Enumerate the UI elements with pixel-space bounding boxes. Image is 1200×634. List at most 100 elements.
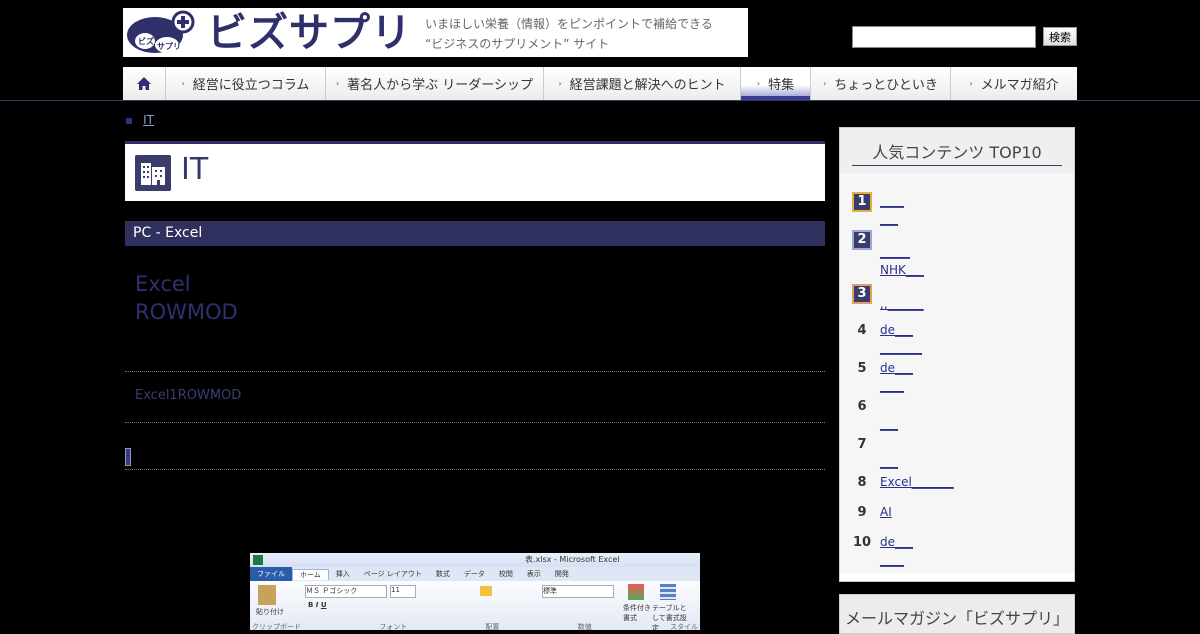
- breadcrumb: ▪ IT: [125, 113, 154, 127]
- wrap-icon: [480, 586, 492, 596]
- rank-number-10: 10: [852, 535, 872, 550]
- excel-font-size: 11: [391, 586, 400, 594]
- excel-cf-label: 条件付き書式: [623, 604, 651, 622]
- ranking-item-line: ___: [880, 212, 898, 226]
- chevron-right-icon: ›: [969, 79, 973, 88]
- site-logo[interactable]: ビズ サプリ ビズサプリ いまほしい栄養（情報）をピンポイントで補給できる “ビ…: [123, 8, 748, 57]
- ranking-item-1[interactable]: ____ ___: [880, 192, 904, 228]
- nav-columns[interactable]: › 経営に役立つコラム: [166, 67, 326, 100]
- tagline-line-2: “ビジネスのサプリメント” サイト: [425, 37, 610, 51]
- excel-tab: 表示: [526, 570, 541, 578]
- table-format-icon: [660, 584, 676, 600]
- breadcrumb-marker: ▪: [125, 113, 134, 127]
- excel-group-label: フォント: [379, 623, 408, 630]
- chevron-right-icon: ›: [756, 79, 761, 88]
- rank-number-5: 5: [857, 361, 867, 376]
- ranking-item-6[interactable]: ___: [880, 397, 898, 433]
- ranking-item-4[interactable]: de___ _______: [880, 321, 922, 357]
- ranking-item-8[interactable]: Excel_______: [880, 473, 954, 491]
- popular-content-title: 人気コンテンツ TOP10: [872, 143, 1042, 162]
- excel-font-buttons: B I U: [308, 601, 327, 609]
- nav-break[interactable]: › ちょっとひといき: [811, 67, 951, 100]
- ranking-item-line: _____: [880, 245, 910, 259]
- excel-tab: 挿入: [335, 570, 350, 578]
- nav-divider: [0, 100, 1200, 101]
- ranking-item-10[interactable]: de___ ____: [880, 533, 913, 569]
- ranking-item-line: _______: [880, 341, 922, 355]
- nav-hints[interactable]: › 経営課題と解決へのヒント: [544, 67, 741, 100]
- excel-group-label: 配置: [485, 623, 500, 630]
- ranking-item-3[interactable]: ,,______: [880, 295, 924, 313]
- excel-screenshot: 表.xlsx - Microsoft Excel ファイル ホーム 挿入 ページ…: [250, 553, 700, 630]
- search-button[interactable]: 検索: [1043, 27, 1077, 46]
- chevron-right-icon: ›: [335, 79, 340, 88]
- excel-size-box: 11: [390, 585, 416, 598]
- article-title: Excel ROWMOD: [135, 270, 238, 326]
- breadcrumb-link-it[interactable]: IT: [143, 113, 154, 127]
- excel-tab: ページ レイアウト: [363, 570, 422, 578]
- rank-badge-1: 1: [852, 192, 872, 212]
- divider: [125, 469, 825, 470]
- home-icon: [137, 77, 151, 90]
- excel-tab: 数式: [435, 570, 450, 578]
- excel-group-label: 数値: [577, 623, 592, 630]
- nav-label: 経営に役立つコラム: [192, 78, 310, 93]
- nav-label: メルマガ紹介: [980, 78, 1059, 93]
- ranking-item-9[interactable]: AI: [880, 503, 892, 521]
- excel-number-box: 標準: [542, 585, 614, 598]
- excel-tab: ホーム: [292, 568, 329, 580]
- ranking-list: 1 ____ ___ 2 _____ NHK___ 3 ,,______ 4 de_…: [840, 173, 1074, 573]
- article-title-line-1: Excel: [135, 272, 191, 296]
- tagline: いまほしい栄養（情報）をピンポイントで補給できる “ビジネスのサプリメント” サ…: [425, 14, 713, 54]
- mail-magazine-panel: メールマガジン「ビズサプリ」: [839, 594, 1075, 634]
- nav-leadership[interactable]: › 著名人から学ぶ リーダーシップ: [326, 67, 544, 100]
- excel-ribbon-tabs: ファイル ホーム 挿入 ページ レイアウト 数式 データ 校閲 表示 開発: [250, 567, 700, 581]
- rank-number-4: 4: [857, 323, 867, 338]
- nav-home[interactable]: [123, 67, 166, 100]
- ranking-item-line: ____: [880, 194, 904, 208]
- excel-group-label: クリップボード: [252, 623, 301, 630]
- popular-content-header: 人気コンテンツ TOP10: [840, 128, 1074, 173]
- nav-label: 特集: [768, 78, 795, 93]
- divider: [125, 422, 825, 423]
- chevron-right-icon: ›: [181, 79, 185, 88]
- svg-text:ビズ: ビズ: [138, 36, 154, 46]
- rank-number-7: 7: [857, 437, 867, 452]
- excel-tab: 校閲: [498, 570, 513, 578]
- building-icon: [135, 155, 171, 191]
- rank-number-9: 9: [857, 505, 867, 520]
- svg-text:サプリ: サプリ: [157, 41, 181, 51]
- nav-label: 経営課題と解決へのヒント: [569, 78, 726, 93]
- article-title-line-2: ROWMOD: [135, 300, 238, 324]
- excel-tab: データ: [463, 570, 485, 578]
- excel-font-box: ＭＳ Ｐゴシック: [305, 585, 387, 598]
- divider: [125, 371, 825, 372]
- excel-group-labels: クリップボード フォント 配置 数値 スタイル: [252, 622, 698, 630]
- ranking-item-line: de___: [880, 361, 913, 375]
- rank-badge-3: 3: [852, 284, 872, 304]
- excel-tab: 開発: [554, 570, 569, 578]
- chevron-right-icon: ›: [823, 79, 827, 88]
- excel-titlebar: 表.xlsx - Microsoft Excel: [250, 553, 700, 567]
- mascot-logo-icon: ビズ サプリ: [127, 10, 195, 53]
- excel-tab: ファイル: [250, 567, 292, 581]
- search-input[interactable]: [852, 26, 1036, 48]
- excel-ribbon: 貼り付け ＭＳ Ｐゴシック 11 B I U 標準 条件付き書式 テーブルとして…: [250, 581, 700, 630]
- ranking-item-5[interactable]: de___ ____: [880, 359, 913, 395]
- nav-mailmag[interactable]: › メルマガ紹介: [951, 67, 1077, 100]
- ranking-item-line: ____: [880, 553, 904, 567]
- page-title: IT: [181, 152, 209, 187]
- ranking-item-7[interactable]: ___: [880, 435, 898, 471]
- excel-window-title: 表.xlsx - Microsoft Excel: [525, 555, 620, 564]
- nav-label: ちょっとひといき: [834, 78, 938, 93]
- ranking-item-2[interactable]: _____ NHK___: [880, 243, 924, 279]
- rank-number-8: 8: [857, 475, 867, 490]
- chevron-right-icon: ›: [558, 79, 562, 88]
- subheading-marker: [125, 448, 131, 466]
- nav-feature[interactable]: › 特集: [741, 67, 811, 100]
- excel-font-name: ＭＳ Ｐゴシック: [306, 587, 358, 595]
- mail-magazine-title: メールマガジン「ビズサプリ」: [844, 609, 1069, 628]
- excel-app-icon: [253, 555, 263, 565]
- excel-group-label: スタイル: [670, 623, 698, 630]
- ranking-item-line: ___: [880, 417, 898, 431]
